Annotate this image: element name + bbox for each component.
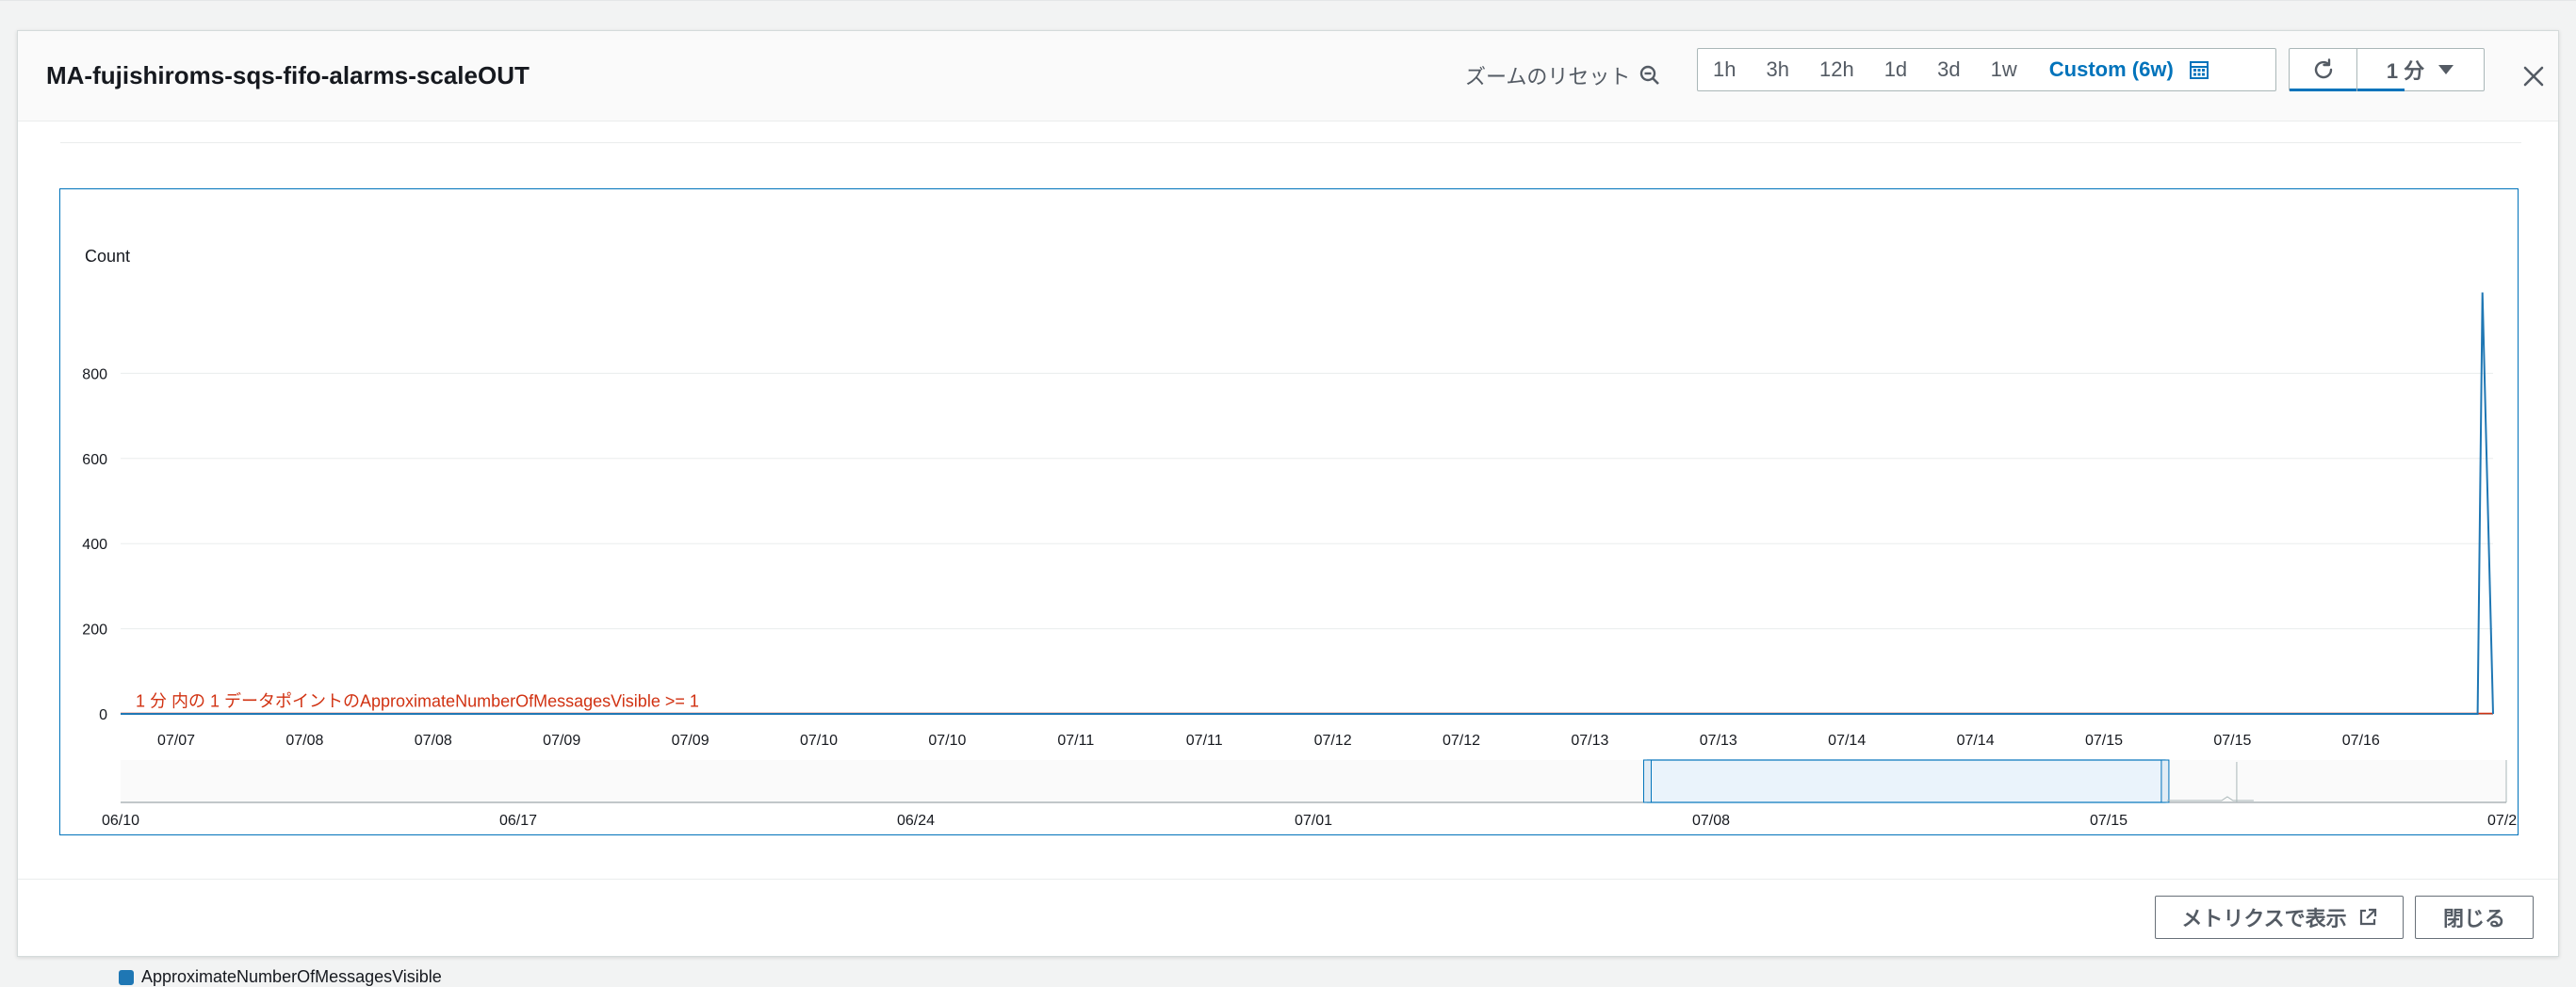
- x-tick-label: 07/10: [928, 733, 966, 749]
- refresh-icon: [2314, 58, 2332, 79]
- zoom-out-icon: [1640, 65, 1660, 85]
- x-tick-label: 07/13: [1700, 733, 1737, 749]
- view-in-metrics-button[interactable]: メトリクスで表示: [2155, 896, 2404, 939]
- legend-label: ApproximateNumberOfMessagesVisible: [141, 967, 442, 986]
- range-12h[interactable]: 12h: [1804, 49, 1869, 90]
- y-tick-label: 600: [82, 452, 107, 468]
- x-tick-label: 07/14: [1828, 733, 1866, 749]
- backdrop: [0, 0, 2576, 1]
- close-modal-button[interactable]: [2517, 59, 2551, 93]
- threshold-label: 1 分 内の 1 データポイントのApproximateNumberOfMess…: [136, 692, 699, 711]
- calendar-icon: [2189, 61, 2209, 79]
- x-tick-label: 07/09: [672, 733, 709, 749]
- series-line: [121, 292, 2494, 715]
- range-1h[interactable]: 1h: [1698, 49, 1751, 90]
- range-custom[interactable]: Custom (6w): [2032, 49, 2183, 90]
- overview-tick-label: 06/17: [499, 813, 537, 829]
- refresh-button[interactable]: [2290, 49, 2357, 91]
- x-ticks: 07/07 07/08 07/08 07/09 07/09 07/10 07/10 07/11…: [157, 733, 2380, 749]
- refresh-interval-dropdown[interactable]: 1 分: [2357, 49, 2484, 91]
- modal-header: MA-fujishiroms-sqs-fifo-alarms-scaleOUT …: [18, 31, 2558, 121]
- range-3h[interactable]: 3h: [1751, 49, 1803, 90]
- divider: [60, 142, 2521, 143]
- chart-canvas[interactable]: Count 0 200 400 600 800 07/07 07/08 07/08 07/09…: [60, 189, 2518, 834]
- x-tick-label: 07/11: [1186, 733, 1223, 749]
- x-tick-label: 07/14: [1957, 733, 1995, 749]
- x-tick-label: 07/11: [1057, 733, 1094, 749]
- footer-divider: [18, 879, 2558, 880]
- overview-tick-label: 07/15: [2090, 813, 2128, 829]
- zoom-reset-label: ズームのリセット: [1465, 65, 1631, 89]
- y-tick-label: 200: [82, 623, 107, 639]
- x-tick-label: 07/15: [2085, 733, 2123, 749]
- threshold: 1 分 内の 1 データポイントのApproximateNumberOfMess…: [121, 692, 2493, 715]
- refresh-interval-label: 1 分: [2386, 59, 2425, 83]
- y-tick-label: 400: [82, 537, 107, 553]
- y-ticks: 0 200 400 600 800: [82, 366, 107, 723]
- legend-swatch: [119, 969, 134, 985]
- x-tick-label: 07/12: [1443, 733, 1480, 749]
- x-tick-label: 07/10: [800, 733, 838, 749]
- x-tick-label: 07/13: [1571, 733, 1608, 749]
- range-1w[interactable]: 1w: [1976, 49, 2032, 90]
- series: [121, 292, 2494, 715]
- x-tick-label: 07/16: [2342, 733, 2380, 749]
- y-axis-label: Count: [85, 247, 130, 266]
- x-tick-label: 07/07: [157, 733, 195, 749]
- alarm-graph-modal: MA-fujishiroms-sqs-fifo-alarms-scaleOUT …: [17, 30, 2559, 986]
- close-button[interactable]: 閉じる: [2415, 896, 2534, 939]
- custom-range-calendar-button[interactable]: [2183, 49, 2225, 90]
- overview-tick-label: 07/22: [2487, 813, 2518, 829]
- x-tick-label: 07/08: [415, 733, 452, 749]
- overview-tick-label: 07/08: [1692, 813, 1730, 829]
- overview-handle: [1642, 759, 1652, 803]
- overview-tick-label: 06/10: [102, 813, 139, 829]
- view-in-metrics-label: メトリクスで表示: [2181, 907, 2347, 930]
- x-tick-label: 07/12: [1314, 733, 1352, 749]
- refresh-control: 1 分: [2289, 48, 2485, 91]
- y-tick-label: 0: [99, 707, 107, 723]
- legend[interactable]: ApproximateNumberOfMessagesVisible: [119, 967, 442, 987]
- chart-container[interactable]: Count 0 200 400 600 800 07/07 07/08 07/08 07/09…: [59, 188, 2519, 986]
- zoom-reset-button[interactable]: ズームのリセット: [1465, 54, 1660, 97]
- x-tick-label: 07/15: [2213, 733, 2251, 749]
- close-icon: [2523, 66, 2544, 87]
- x-tick-label: 07/08: [285, 733, 323, 749]
- x-tick-label: 07/09: [543, 733, 580, 749]
- time-range-selector: 1h 3h 12h 1d 3d 1w Custom (6w): [1697, 48, 2276, 91]
- caret-down-icon: [2438, 65, 2454, 74]
- modal-title: MA-fujishiroms-sqs-fifo-alarms-scaleOUT: [46, 61, 530, 89]
- overview-handle: [2160, 759, 2170, 803]
- overview-tick-label: 06/24: [897, 813, 935, 829]
- grid-lines: [121, 372, 2493, 715]
- y-tick-label: 800: [82, 366, 107, 382]
- external-link-icon: [2359, 908, 2376, 926]
- overview-navigator[interactable]: 06/10 06/17 06/24 07/01 07/08 07/15 07/22: [102, 759, 2518, 829]
- overview-selection: [1646, 759, 2166, 803]
- range-3d[interactable]: 3d: [1922, 49, 1975, 90]
- range-1d[interactable]: 1d: [1869, 49, 1922, 90]
- overview-tick-label: 07/01: [1295, 813, 1332, 829]
